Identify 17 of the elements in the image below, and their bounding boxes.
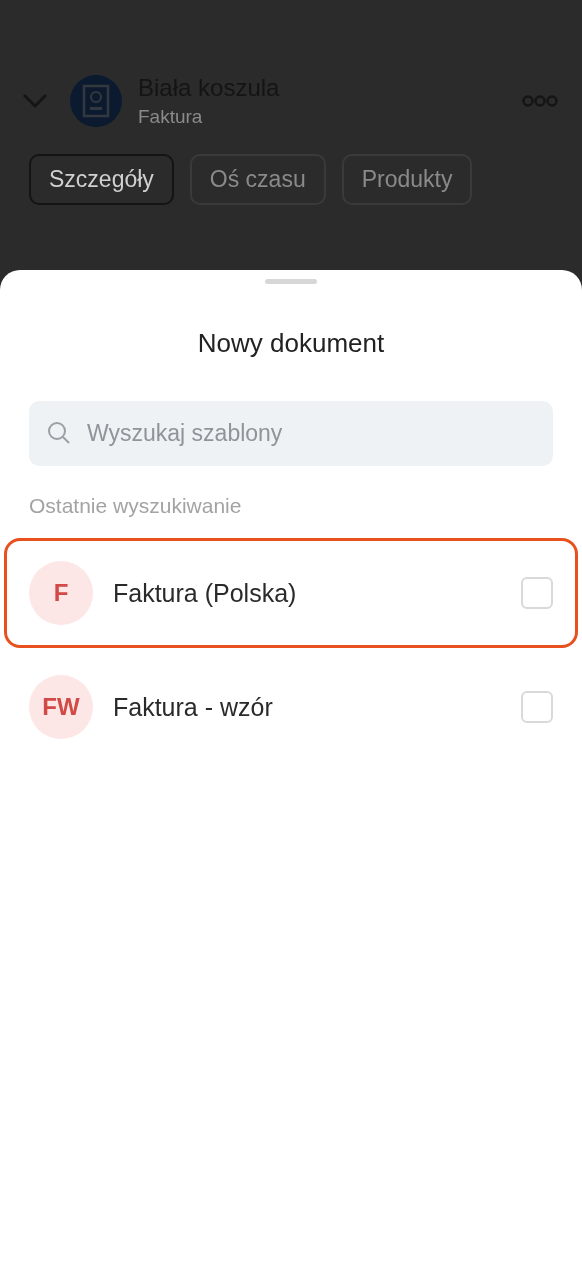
checkbox[interactable] <box>521 577 553 609</box>
template-item[interactable]: F Faktura (Polska) <box>4 538 578 648</box>
sheet-title: Nowy dokument <box>196 328 386 359</box>
search-field[interactable]: Wyszukaj szablony <box>29 401 553 466</box>
drag-handle[interactable] <box>265 279 317 284</box>
tab[interactable]: Oś czasu <box>189 154 326 205</box>
checkbox[interactable] <box>521 691 553 723</box>
document-avatar-icon <box>70 75 122 127</box>
tab[interactable]: Szczegóły <box>29 154 174 205</box>
record-subtitle: Faktura <box>138 106 204 128</box>
template-item[interactable]: FW Faktura - wzór <box>4 652 578 762</box>
initials-avatar: FW <box>29 675 93 739</box>
tab[interactable]: Produkty <box>341 154 473 205</box>
template-name: Faktura (Polska) <box>113 578 298 608</box>
template-name: Faktura - wzór <box>113 692 274 722</box>
section-label: Ostatnie wyszukiwanie <box>29 494 243 518</box>
initials-avatar: F <box>29 561 93 625</box>
